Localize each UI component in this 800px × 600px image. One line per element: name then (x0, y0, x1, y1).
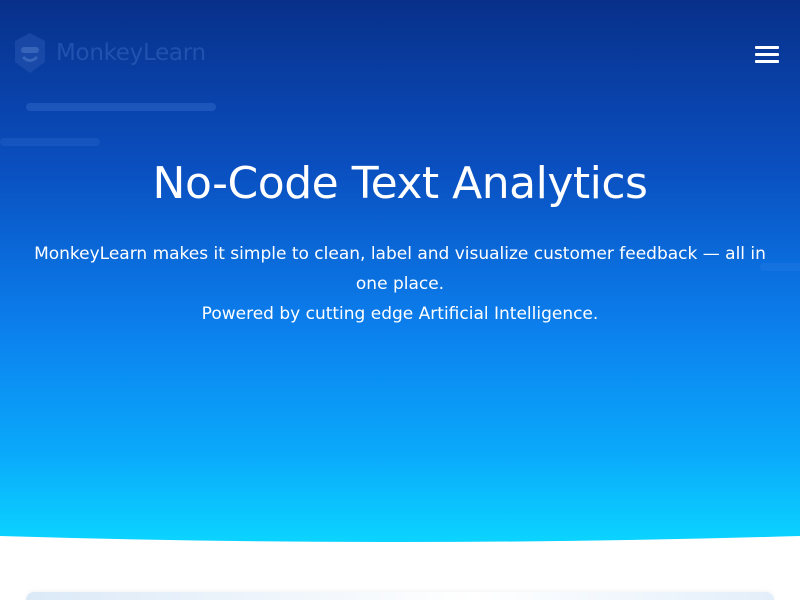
content-card-preview (26, 592, 774, 600)
brand-logo[interactable]: MonkeyLearn (12, 32, 206, 74)
decorative-streak (0, 138, 100, 146)
menu-button[interactable] (752, 44, 782, 68)
hero-subtitle-line-1: MonkeyLearn makes it simple to clean, la… (34, 244, 766, 294)
hamburger-menu-icon-bar (755, 53, 779, 56)
hero-title: No-Code Text Analytics (152, 158, 648, 209)
hamburger-menu-icon (755, 46, 779, 49)
hero-subtitle-line-2: Powered by cutting edge Artificial Intel… (201, 304, 599, 324)
brand-name: MonkeyLearn (56, 40, 206, 66)
hamburger-menu-icon-bar (755, 60, 779, 63)
hero-subtitle: MonkeyLearn makes it simple to clean, la… (30, 239, 770, 329)
monkey-logo-icon (15, 33, 45, 73)
hero-section: MonkeyLearn No-Code Text Analytics Monke… (0, 0, 800, 600)
site-header: MonkeyLearn (0, 0, 800, 110)
hero-bottom-wave (0, 536, 800, 600)
